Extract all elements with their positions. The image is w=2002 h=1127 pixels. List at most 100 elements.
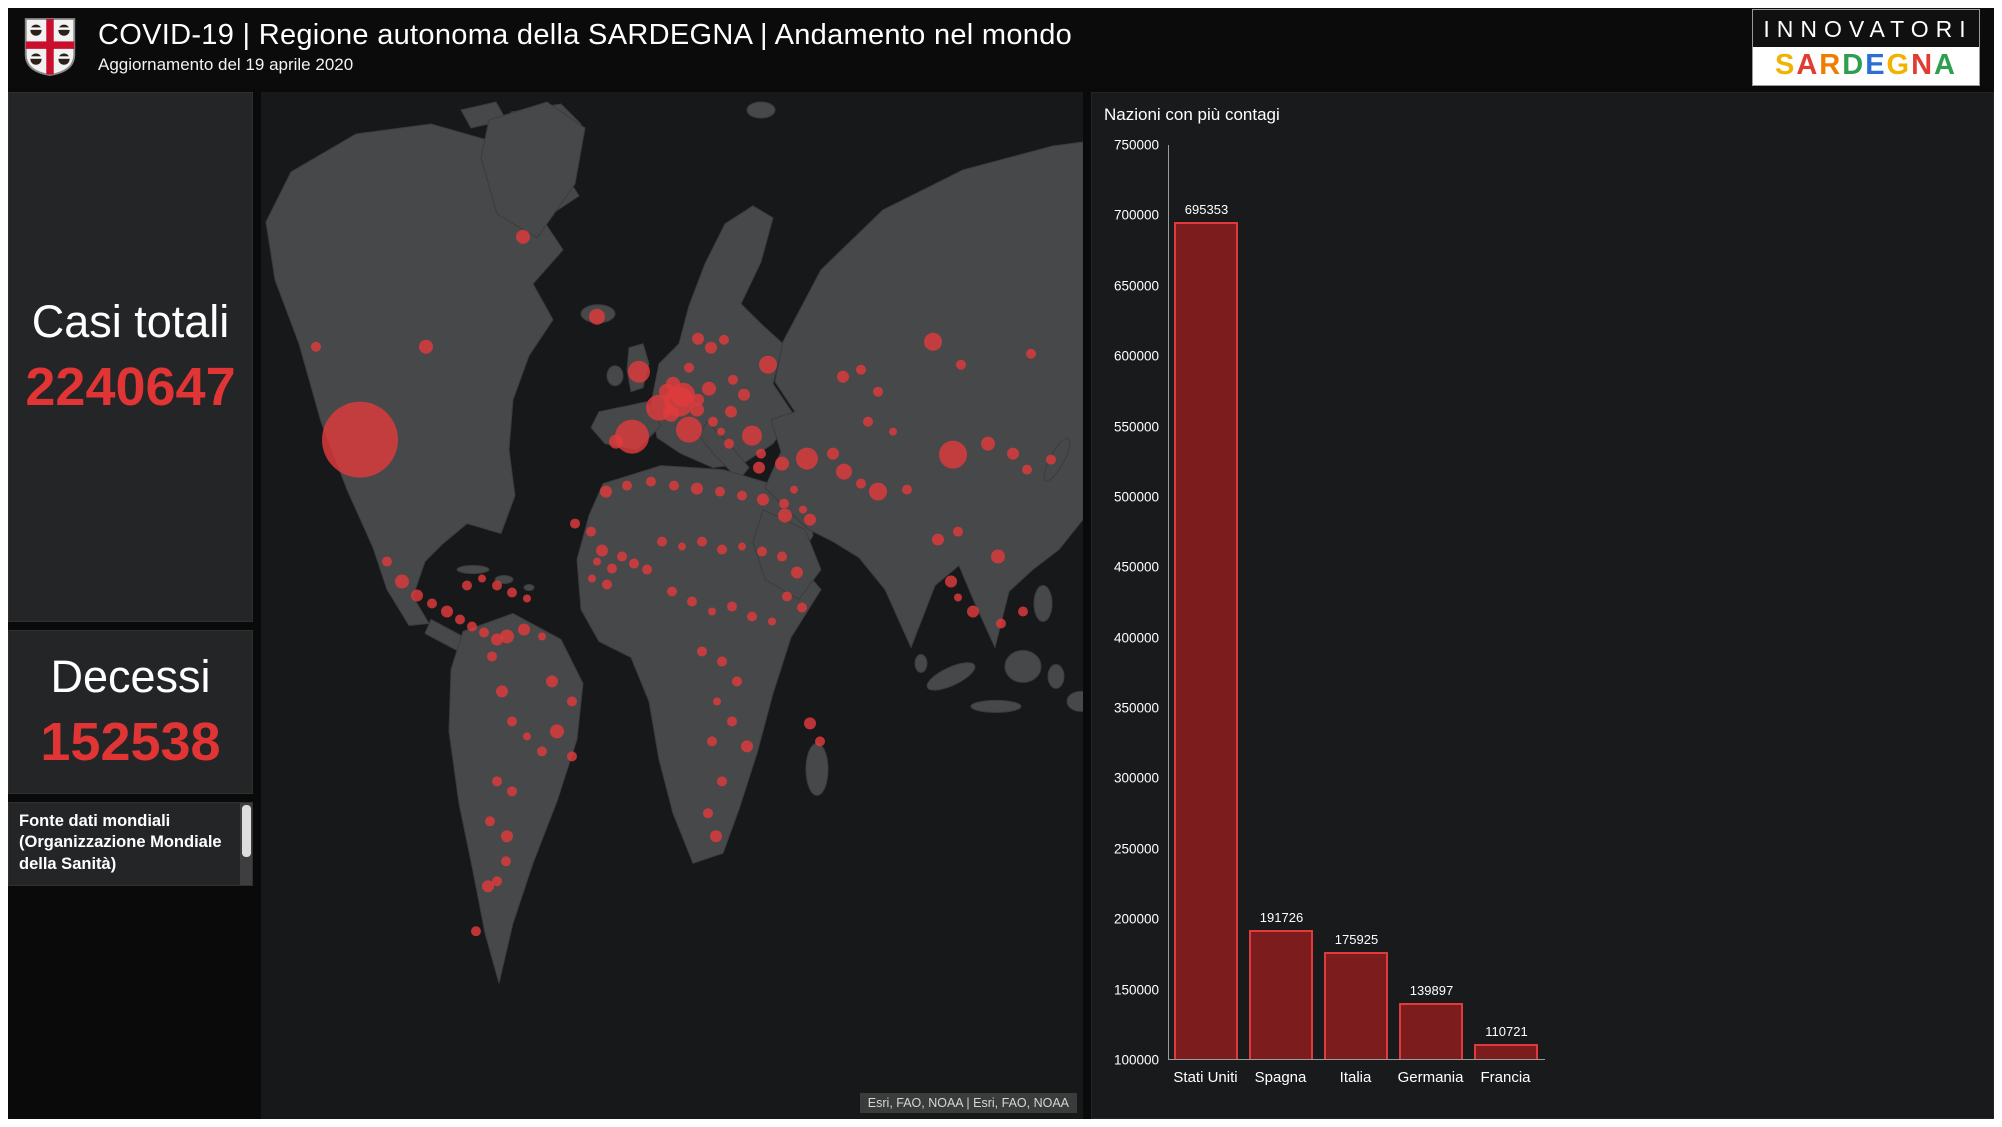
- case-bubble[interactable]: [427, 599, 437, 609]
- case-bubble[interactable]: [678, 543, 686, 551]
- case-bubble[interactable]: [455, 614, 465, 624]
- case-bubble[interactable]: [501, 830, 513, 842]
- case-bubble[interactable]: [419, 340, 433, 354]
- case-bubble[interactable]: [600, 486, 612, 498]
- bar-stati-uniti[interactable]: [1174, 222, 1238, 1059]
- case-bubble[interactable]: [492, 776, 502, 786]
- bar-francia[interactable]: [1474, 1044, 1538, 1059]
- case-bubble[interactable]: [738, 389, 750, 401]
- case-bubble[interactable]: [697, 537, 707, 547]
- data-source-panel[interactable]: Fonte dati mondiali (Organizzazione Mond…: [8, 802, 253, 886]
- case-bubble[interactable]: [311, 342, 321, 352]
- case-bubble[interactable]: [550, 724, 564, 738]
- case-bubble[interactable]: [518, 623, 530, 635]
- case-bubble[interactable]: [953, 527, 963, 537]
- case-bubble[interactable]: [778, 509, 792, 523]
- case-bubble[interactable]: [692, 394, 704, 406]
- source-scrollbar-thumb[interactable]: [242, 805, 251, 857]
- case-bubble[interactable]: [669, 481, 679, 491]
- case-bubble[interactable]: [837, 371, 849, 383]
- case-bubble[interactable]: [710, 830, 722, 842]
- case-bubble[interactable]: [967, 606, 979, 618]
- case-bubble[interactable]: [741, 740, 753, 752]
- case-bubble[interactable]: [939, 441, 967, 469]
- case-bubble[interactable]: [889, 428, 897, 436]
- case-bubble[interactable]: [487, 651, 497, 661]
- case-bubble[interactable]: [482, 880, 494, 892]
- case-bubble[interactable]: [692, 333, 704, 345]
- case-bubble[interactable]: [629, 559, 639, 569]
- case-bubble[interactable]: [790, 486, 798, 494]
- case-bubble[interactable]: [804, 717, 816, 729]
- case-bubble[interactable]: [382, 557, 392, 567]
- case-bubble[interactable]: [856, 479, 866, 489]
- case-bubble[interactable]: [713, 697, 721, 705]
- case-bubble[interactable]: [441, 606, 453, 618]
- case-bubble[interactable]: [945, 576, 957, 588]
- bar-spagna[interactable]: [1249, 930, 1313, 1059]
- case-bubble[interactable]: [727, 602, 737, 612]
- case-bubble[interactable]: [496, 685, 508, 697]
- case-bubble[interactable]: [697, 646, 707, 656]
- case-bubble[interactable]: [642, 565, 652, 575]
- case-bubble[interactable]: [747, 611, 757, 621]
- case-bubble[interactable]: [856, 365, 866, 375]
- case-bubble[interactable]: [799, 506, 807, 514]
- case-bubble[interactable]: [815, 736, 825, 746]
- case-bubble[interactable]: [717, 656, 727, 666]
- case-bubble[interactable]: [479, 627, 489, 637]
- bar-italia[interactable]: [1324, 952, 1388, 1059]
- case-bubble[interactable]: [932, 534, 944, 546]
- case-bubble[interactable]: [691, 483, 703, 495]
- case-bubble[interactable]: [322, 402, 398, 478]
- case-bubble[interactable]: [779, 499, 789, 509]
- case-bubble[interactable]: [791, 567, 803, 579]
- case-bubble[interactable]: [570, 519, 580, 529]
- case-bubble[interactable]: [523, 595, 531, 603]
- case-bubble[interactable]: [500, 629, 514, 643]
- case-bubble[interactable]: [609, 435, 623, 449]
- case-bubble[interactable]: [602, 580, 612, 590]
- case-bubble[interactable]: [705, 342, 717, 354]
- case-bubble[interactable]: [1046, 455, 1056, 465]
- case-bubble[interactable]: [667, 587, 677, 597]
- case-bubble[interactable]: [836, 464, 852, 480]
- case-bubble[interactable]: [777, 552, 787, 562]
- case-bubble[interactable]: [507, 588, 517, 598]
- case-bubble[interactable]: [607, 564, 617, 574]
- case-bubble[interactable]: [593, 558, 601, 566]
- case-bubble[interactable]: [702, 382, 716, 396]
- case-bubble[interactable]: [567, 696, 577, 706]
- case-bubble[interactable]: [1007, 448, 1019, 460]
- case-bubble[interactable]: [797, 603, 807, 613]
- case-bubble[interactable]: [588, 575, 596, 583]
- case-bubble[interactable]: [715, 487, 725, 497]
- case-bubble[interactable]: [657, 537, 667, 547]
- case-bubble[interactable]: [586, 527, 596, 537]
- case-bubble[interactable]: [485, 816, 495, 826]
- case-bubble[interactable]: [756, 449, 766, 459]
- case-bubble[interactable]: [724, 439, 734, 449]
- case-bubble[interactable]: [902, 485, 912, 495]
- case-bubble[interactable]: [492, 581, 502, 591]
- case-bubble[interactable]: [869, 483, 887, 501]
- case-bubble[interactable]: [708, 417, 718, 427]
- case-bubble[interactable]: [478, 575, 486, 583]
- case-bubble[interactable]: [873, 387, 883, 397]
- case-bubble[interactable]: [708, 607, 716, 615]
- case-bubble[interactable]: [956, 360, 966, 370]
- case-bubble[interactable]: [501, 856, 511, 866]
- case-bubble[interactable]: [523, 732, 531, 740]
- case-bubble[interactable]: [719, 335, 729, 345]
- case-bubble[interactable]: [664, 387, 694, 417]
- bar-germania[interactable]: [1399, 1003, 1463, 1059]
- case-bubble[interactable]: [717, 545, 727, 555]
- case-bubble[interactable]: [467, 621, 477, 631]
- case-bubble[interactable]: [717, 428, 725, 436]
- case-bubble[interactable]: [471, 926, 481, 936]
- case-bubble[interactable]: [707, 736, 717, 746]
- case-bubble[interactable]: [757, 494, 769, 506]
- world-map[interactable]: Esri, FAO, NOAA | Esri, FAO, NOAA: [261, 92, 1083, 1119]
- case-bubble[interactable]: [617, 552, 627, 562]
- case-bubble[interactable]: [596, 545, 608, 557]
